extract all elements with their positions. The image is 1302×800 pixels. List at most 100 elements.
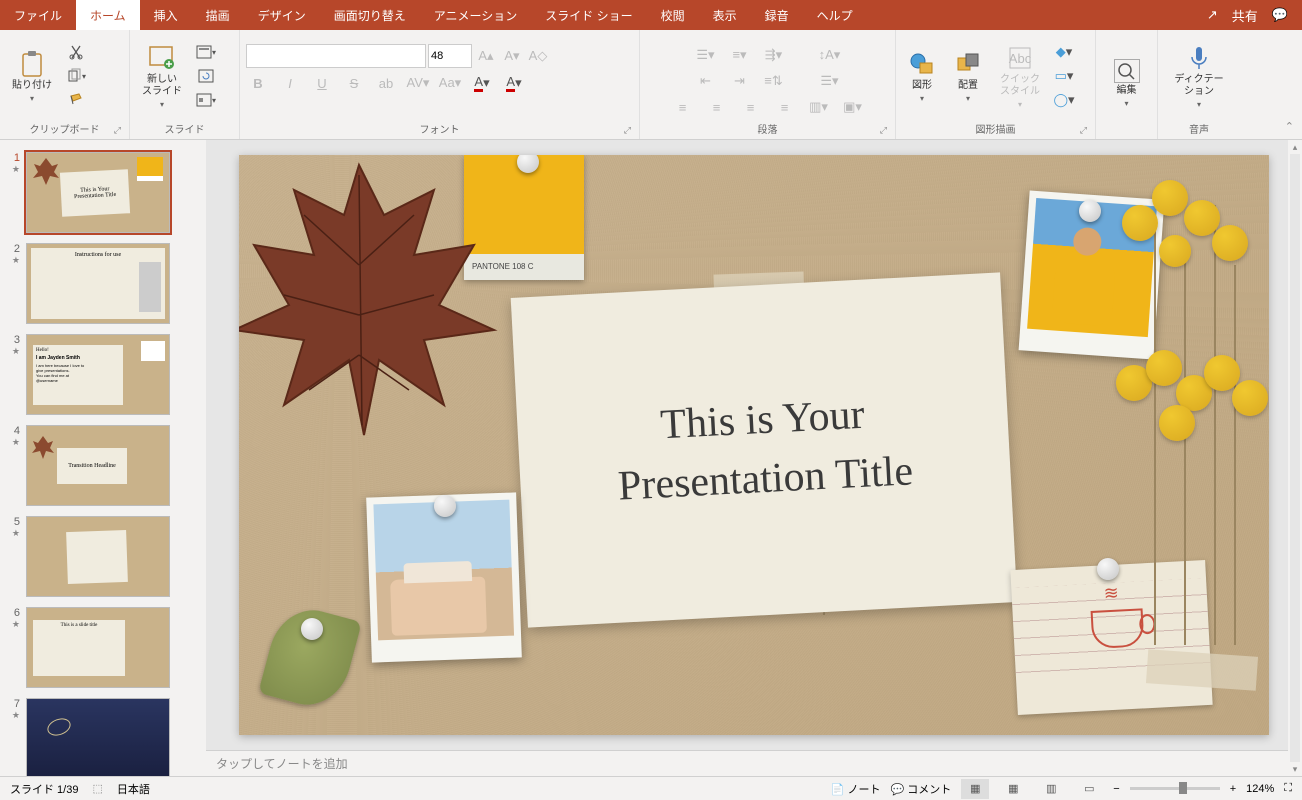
comments-icon[interactable]: 💬: [1272, 7, 1288, 23]
paste-button[interactable]: 貼り付け ▾: [6, 46, 58, 107]
notes-toggle[interactable]: 📄 ノート: [831, 781, 881, 797]
shape-effects-button[interactable]: ◯▾: [1052, 89, 1076, 111]
accessibility-icon[interactable]: ⬚: [92, 782, 102, 795]
strike-button[interactable]: S: [342, 72, 366, 94]
slides-group-label: スライド: [165, 125, 205, 136]
char-spacing-button[interactable]: AV▾: [406, 72, 430, 94]
line-spacing-button[interactable]: ≡⇅: [762, 70, 786, 92]
font-color-button[interactable]: A▾: [470, 72, 494, 94]
collapse-ribbon-button[interactable]: ⌃: [1285, 120, 1294, 133]
section-button[interactable]: ▾: [194, 89, 218, 111]
ribbon: 貼り付け ▾ ▾ クリップボード⤢ 新しい スライド ▾ ▾ ▾ スラ: [0, 30, 1302, 140]
zoom-in-button[interactable]: +: [1230, 783, 1236, 795]
thumbnail-5[interactable]: 5★: [0, 512, 206, 603]
tab-animation[interactable]: アニメーション: [420, 0, 532, 30]
launcher-icon[interactable]: ⤢: [114, 125, 121, 136]
thumbnail-6[interactable]: 6★ This is a slide title: [0, 603, 206, 694]
vertical-scrollbar[interactable]: ▴ ▾: [1288, 140, 1302, 776]
normal-view-button[interactable]: ▦: [961, 779, 989, 799]
change-case-button[interactable]: Aa▾: [438, 72, 462, 94]
reset-button[interactable]: [194, 65, 218, 87]
sorter-view-button[interactable]: ▦: [999, 779, 1027, 799]
highlight-button[interactable]: A▾: [502, 72, 526, 94]
text-direction-button[interactable]: ↕A▾: [818, 44, 842, 66]
shape-outline-button[interactable]: ▭▾: [1052, 65, 1076, 87]
zoom-percent[interactable]: 124%: [1246, 783, 1274, 795]
launcher-icon[interactable]: ⤢: [880, 125, 887, 136]
align-center-button[interactable]: ≡: [705, 96, 729, 118]
thumbnail-3[interactable]: 3★ Hello!I am Jayden SmithI am here beca…: [0, 330, 206, 421]
decrease-indent-button[interactable]: ⇤: [694, 70, 718, 92]
thumbnail-1[interactable]: 1★ This is Your Presentation Title: [0, 148, 206, 239]
list-level-button[interactable]: ⇶▾: [762, 44, 786, 66]
title-paper: This is Your Presentation Title: [511, 272, 1018, 627]
arrange-label: 配置: [958, 80, 978, 92]
tab-view[interactable]: 表示: [699, 0, 751, 30]
slide-canvas[interactable]: PANTONE 108 C This is Your Presentation …: [239, 155, 1269, 735]
font-size-select[interactable]: [428, 44, 472, 68]
drawing-group-label: 図形描画: [976, 125, 1016, 136]
reading-view-button[interactable]: ▥: [1037, 779, 1065, 799]
tab-help[interactable]: ヘルプ: [803, 0, 867, 30]
zoom-out-button[interactable]: −: [1113, 783, 1119, 795]
tab-file[interactable]: ファイル: [0, 0, 76, 30]
italic-button[interactable]: I: [278, 72, 302, 94]
cut-button[interactable]: [64, 41, 88, 63]
align-right-button[interactable]: ≡: [739, 96, 763, 118]
increase-indent-button[interactable]: ⇥: [728, 70, 752, 92]
dictate-button[interactable]: ディクテー ション▾: [1168, 40, 1229, 113]
share-button[interactable]: 共有: [1232, 6, 1258, 25]
bullets-button[interactable]: ☰▾: [694, 44, 718, 66]
increase-font-button[interactable]: A▴: [474, 45, 498, 67]
numbering-button[interactable]: ≡▾: [728, 44, 752, 66]
zoom-slider[interactable]: [1130, 787, 1220, 790]
scroll-up-icon[interactable]: ▴: [1288, 140, 1302, 154]
quick-styles-button[interactable]: Abc クイック スタイル▾: [994, 40, 1046, 113]
tab-draw[interactable]: 描画: [192, 0, 244, 30]
shape-fill-button[interactable]: ◆▾: [1052, 41, 1076, 63]
align-left-button[interactable]: ≡: [671, 96, 695, 118]
scroll-down-icon[interactable]: ▾: [1288, 762, 1302, 776]
tab-design[interactable]: デザイン: [244, 0, 320, 30]
bold-button[interactable]: B: [246, 72, 270, 94]
clear-format-button[interactable]: A◇: [526, 45, 550, 67]
slide-thumbnails-panel[interactable]: 1★ This is Your Presentation Title 2★ In…: [0, 140, 206, 776]
share-icon[interactable]: ↗: [1207, 7, 1218, 23]
shapes-button[interactable]: 図形▾: [902, 46, 942, 107]
tab-review[interactable]: 校閲: [647, 0, 699, 30]
align-text-button[interactable]: ☰▾: [818, 70, 842, 92]
decrease-font-button[interactable]: A▾: [500, 45, 524, 67]
tab-transition[interactable]: 画面切り替え: [320, 0, 420, 30]
tab-home[interactable]: ホーム: [76, 0, 140, 30]
format-painter-button[interactable]: [64, 89, 88, 111]
thumbnail-2[interactable]: 2★ Instructions for use: [0, 239, 206, 330]
smartart-button[interactable]: ▣▾: [841, 96, 865, 118]
launcher-icon[interactable]: ⤢: [624, 125, 631, 136]
justify-button[interactable]: ≡: [773, 96, 797, 118]
editing-button[interactable]: 編集▾: [1108, 55, 1146, 112]
columns-button[interactable]: ▥▾: [807, 96, 831, 118]
yellow-flowers: [1104, 165, 1269, 645]
paragraph-group-label: 段落: [758, 125, 778, 136]
copy-button[interactable]: ▾: [64, 65, 88, 87]
tab-record[interactable]: 録音: [751, 0, 803, 30]
comments-toggle[interactable]: 💬 コメント: [891, 781, 952, 797]
thumbnail-7[interactable]: 7★: [0, 694, 206, 776]
new-slide-button[interactable]: 新しい スライド ▾: [136, 40, 188, 113]
pin-icon: [301, 618, 323, 640]
layout-button[interactable]: ▾: [194, 41, 218, 63]
thumbnail-4[interactable]: 4★ Transition Headline: [0, 421, 206, 512]
language-indicator[interactable]: 日本語: [117, 781, 150, 797]
tab-insert[interactable]: 挿入: [140, 0, 192, 30]
launcher-icon[interactable]: ⤢: [1080, 125, 1087, 136]
new-slide-label: 新しい スライド: [142, 74, 182, 98]
chevron-down-icon: ▾: [30, 94, 34, 103]
fit-window-button[interactable]: ⛶: [1284, 782, 1292, 795]
font-family-select[interactable]: [246, 44, 426, 68]
shadow-button[interactable]: ab: [374, 72, 398, 94]
notes-pane[interactable]: タップしてノートを追加: [206, 750, 1302, 776]
slideshow-view-button[interactable]: ▭: [1075, 779, 1103, 799]
tab-slideshow[interactable]: スライド ショー: [531, 0, 646, 30]
underline-button[interactable]: U: [310, 72, 334, 94]
arrange-button[interactable]: 配置▾: [948, 46, 988, 107]
